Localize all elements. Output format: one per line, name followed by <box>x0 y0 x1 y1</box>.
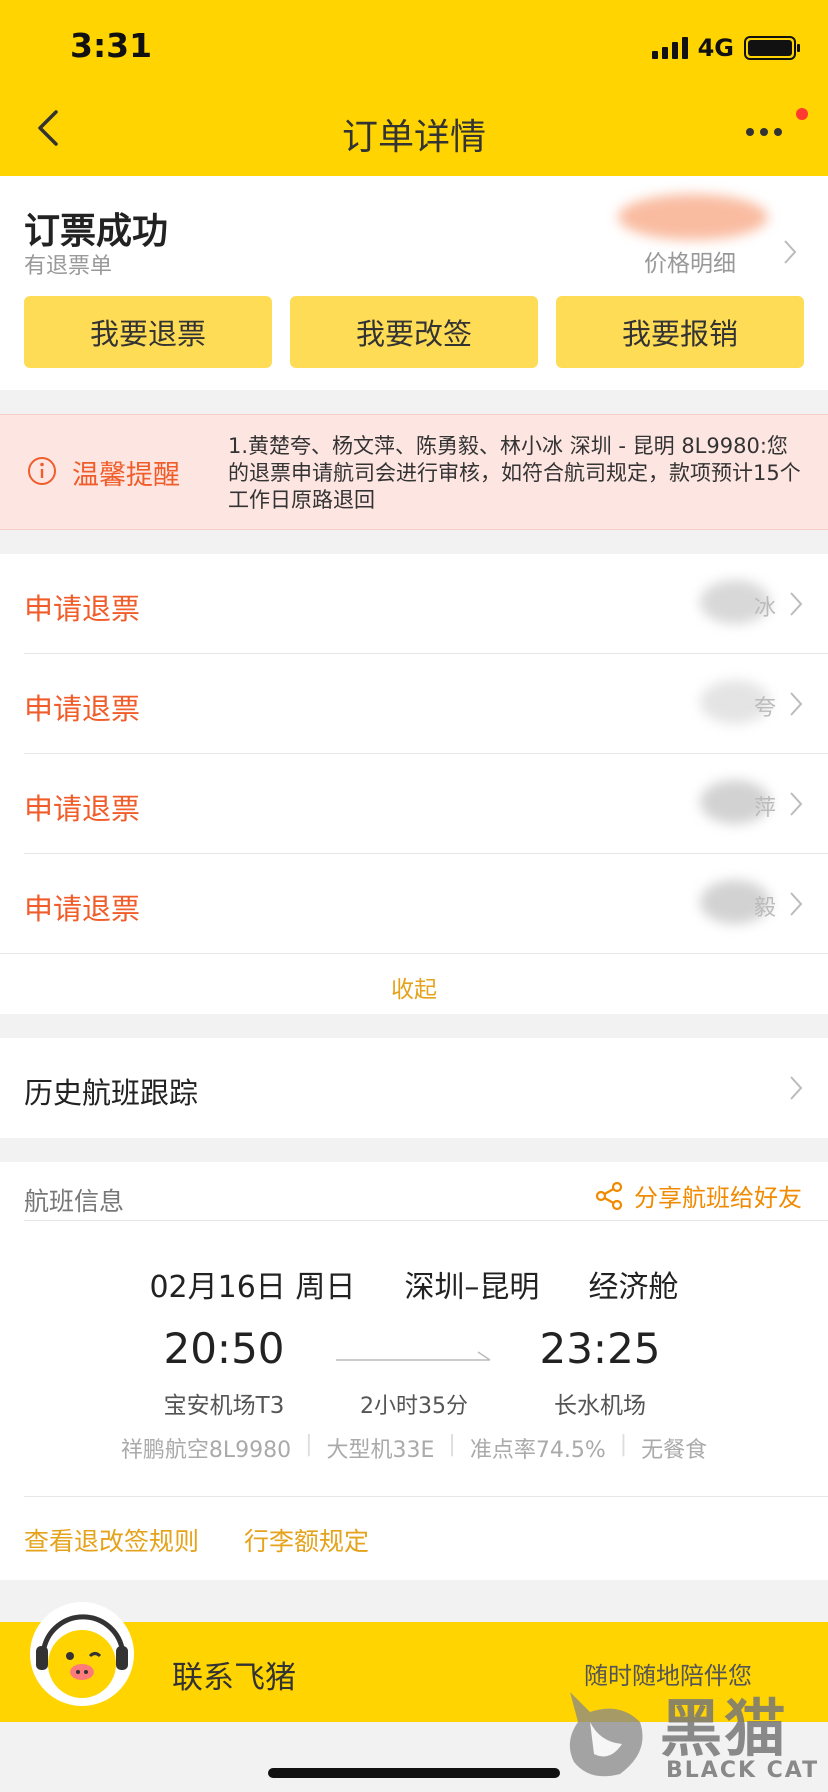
depart-time: 20:50 <box>163 1324 285 1373</box>
depart-airport: 宝安机场T3 <box>163 1393 285 1419</box>
history-label: 历史航班跟踪 <box>24 1076 199 1110</box>
refund-row-label: 申请退票 <box>24 592 141 626</box>
black-cat-watermark: 黑猫 BLACK CAT <box>560 1672 828 1792</box>
flight-detail-item: 祥鹏航空8L9980 <box>120 1438 292 1463</box>
flight-detail-item: 准点率74.5% <box>469 1438 606 1463</box>
status-icons: 4G <box>651 34 800 62</box>
share-flight-link[interactable]: 分享航班给好友 <box>594 1178 802 1213</box>
flight-detail-item: 大型机33E <box>326 1438 435 1463</box>
chevron-right-icon <box>790 1076 803 1100</box>
flight-route: 深圳–昆明 <box>404 1270 540 1305</box>
chevron-right-icon <box>784 240 797 264</box>
baggage-rules-link[interactable]: 行李额规定 <box>244 1522 369 1558</box>
refund-row-name: 毅 <box>753 896 776 921</box>
order-status: 订票成功 <box>24 211 169 252</box>
refund-rules-link[interactable]: 查看退改签规则 <box>24 1522 199 1558</box>
status-time: 3:31 <box>70 26 153 65</box>
reminder-banner: 温馨提醒 1.黄楚夸、杨文萍、陈勇毅、林小冰 深圳 - 昆明 8L9980:您的… <box>0 414 828 530</box>
refund-row[interactable]: 申请退票 夸 <box>0 654 828 754</box>
refund-row-label: 申请退票 <box>24 692 141 726</box>
price-redacted <box>618 194 768 240</box>
refund-row-label: 申请退票 <box>24 792 141 826</box>
rebook-button[interactable]: 我要改签 <box>290 296 538 368</box>
arrive-airport: 长水机场 <box>554 1393 646 1419</box>
collapse-label: 收起 <box>391 977 437 1003</box>
reminder-label: 温馨提醒 <box>72 460 180 491</box>
top-bar: 3:31 4G 订单详情 <box>0 0 828 176</box>
refund-row[interactable]: 申请退票 冰 <box>0 554 828 654</box>
refund-row-label: 申请退票 <box>24 892 141 926</box>
contact-label: 联系飞猪 <box>172 1660 296 1696</box>
flight-details: 祥鹏航空8L9980 | 大型机33E | 准点率74.5% | 无餐食 <box>120 1432 708 1463</box>
arrow-right-icon <box>336 1351 491 1361</box>
flight-detail-item: 无餐食 <box>641 1438 708 1463</box>
share-label: 分享航班给好友 <box>634 1184 802 1212</box>
refund-list: 申请退票 冰 申请退票 夸 申请退票 萍 申请退票 毅 收起 <box>0 554 828 1014</box>
flight-info-card: 航班信息 分享航班给好友 02月16日 周日 深圳–昆明 经济舱 20:50 2… <box>0 1162 828 1580</box>
chevron-right-icon <box>790 692 803 716</box>
info-icon <box>28 457 56 485</box>
history-tracking-row[interactable]: 历史航班跟踪 <box>0 1038 828 1138</box>
battery-icon <box>744 36 800 60</box>
chevron-right-icon <box>790 792 803 816</box>
notification-dot <box>796 108 808 120</box>
refund-button[interactable]: 我要退票 <box>24 296 272 368</box>
network-label: 4G <box>697 34 734 62</box>
reminder-text: 1.黄楚夸、杨文萍、陈勇毅、林小冰 深圳 - 昆明 8L9980:您的退票申请航… <box>228 434 801 512</box>
watermark-en: BLACK CAT <box>666 1758 820 1783</box>
more-icon[interactable] <box>738 118 798 148</box>
refund-row-name: 夸 <box>753 696 776 721</box>
fliggy-mascot-icon <box>30 1602 134 1706</box>
order-sub-status: 有退票单 <box>24 254 113 279</box>
refund-row[interactable]: 申请退票 萍 <box>0 754 828 854</box>
reimburse-button[interactable]: 我要报销 <box>556 296 804 368</box>
flight-cabin: 经济舱 <box>588 1270 679 1305</box>
flight-summary: 02月16日 周日 深圳–昆明 经济舱 <box>0 1262 828 1306</box>
flight-date: 02月16日 周日 <box>149 1270 356 1305</box>
chevron-right-icon <box>790 892 803 916</box>
price-detail-label: 价格明细 <box>644 251 736 277</box>
watermark-cn: 黑猫 <box>660 1692 789 1765</box>
collapse-link[interactable]: 收起 <box>0 970 828 1004</box>
refund-row[interactable]: 申请退票 毅 <box>0 854 828 954</box>
arrive-time: 23:25 <box>539 1324 661 1373</box>
signal-icon <box>651 37 688 59</box>
black-cat-logo-icon <box>569 1692 643 1777</box>
price-detail[interactable]: 价格明细 <box>588 186 798 277</box>
share-icon <box>595 1181 623 1210</box>
refund-row-name: 萍 <box>753 796 776 821</box>
flight-section-label: 航班信息 <box>24 1187 125 1216</box>
chevron-right-icon <box>790 592 803 616</box>
page-title: 订单详情 <box>341 117 486 158</box>
refund-row-name: 冰 <box>753 596 776 621</box>
home-indicator[interactable] <box>268 1768 560 1778</box>
